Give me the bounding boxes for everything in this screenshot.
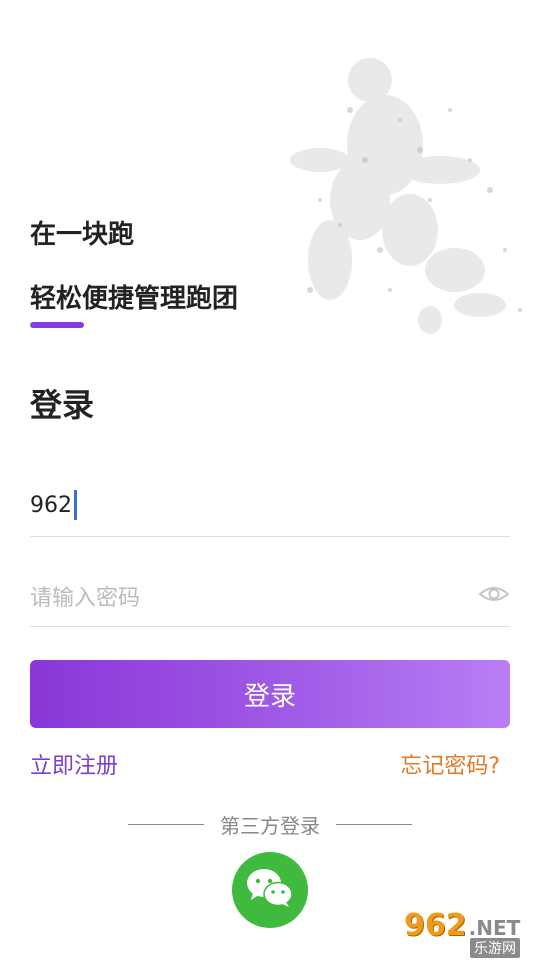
status-time: 3:27: [487, 9, 528, 30]
status-left-icons: [14, 6, 168, 33]
register-link[interactable]: 立即注册: [30, 748, 118, 780]
watermark-domain: .NET: [468, 916, 521, 940]
login-screen: 3:27 在一块跑 轻松便捷管理跑团 登录 962 请输入密码 登录 立即注册 …: [0, 0, 540, 960]
slogan-accent-bar: [30, 322, 84, 328]
third-party-divider: 第三方登录: [0, 810, 540, 838]
third-party-label: 第三方登录: [220, 813, 320, 838]
bug-icon: [82, 6, 104, 33]
slogan-line-1: 在一块跑: [30, 220, 135, 250]
menu-icon: [14, 9, 32, 30]
status-right-icons: 3:27: [398, 6, 528, 33]
no-sim-icon: [434, 7, 450, 32]
password-placeholder: 请输入密码: [30, 586, 141, 611]
wechat-login-button[interactable]: [232, 852, 308, 928]
username-field[interactable]: 962: [30, 476, 510, 537]
eye-icon[interactable]: [478, 582, 510, 606]
android-icon: [150, 7, 168, 32]
battery-icon: [462, 6, 476, 33]
username-input[interactable]: 962: [30, 490, 77, 520]
login-button[interactable]: 登录: [30, 660, 510, 728]
forgot-password-link[interactable]: 忘记密码?: [400, 748, 500, 780]
password-field[interactable]: 请输入密码: [30, 566, 510, 627]
status-bar: 3:27: [0, 0, 540, 36]
username-value: 962: [30, 492, 72, 518]
login-title: 登录: [30, 386, 95, 424]
divider-line-left: [128, 823, 204, 825]
slogan-line-2: 轻松便捷管理跑团: [30, 284, 239, 314]
text-cursor: [74, 490, 77, 520]
bug-icon: [46, 6, 68, 33]
runner-illustration: [290, 50, 540, 340]
wechat-icon: [245, 867, 295, 913]
download-icon: [118, 7, 136, 32]
watermark-site-name: 乐游网: [470, 938, 520, 958]
wifi-icon: [398, 7, 422, 32]
divider-line-right: [336, 823, 412, 825]
watermark-number: 962: [404, 908, 467, 943]
site-watermark: 962 .NET 乐游网: [404, 906, 534, 958]
